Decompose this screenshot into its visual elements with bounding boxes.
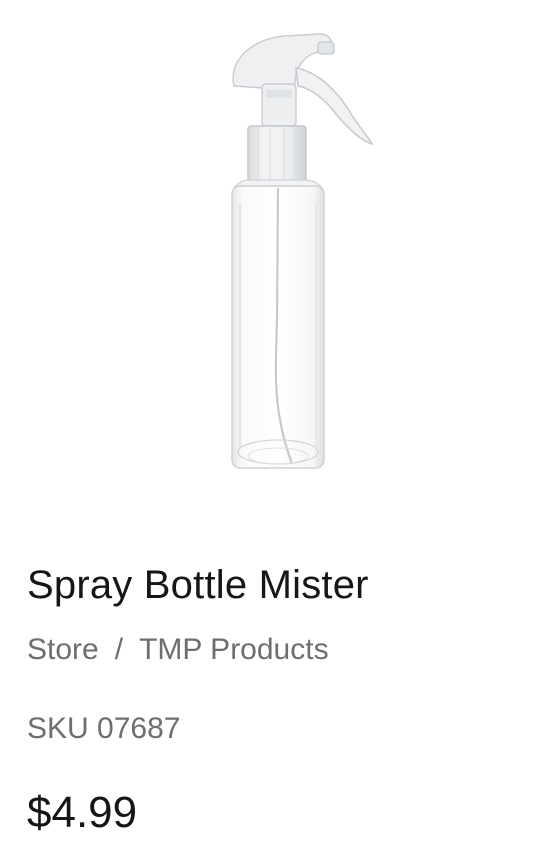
breadcrumb-separator: / — [114, 633, 124, 666]
price: $4.99 — [27, 788, 138, 837]
sku-value: 07687 — [97, 712, 181, 745]
breadcrumb-item-tmp-products[interactable]: TMP Products — [139, 633, 329, 666]
breadcrumb: Store / TMP Products — [27, 633, 329, 667]
breadcrumb-item-store[interactable]: Store — [27, 633, 99, 666]
product-title: Spray Bottle Mister — [27, 563, 369, 607]
product-image[interactable] — [200, 28, 390, 478]
sku-label: SKU — [27, 712, 89, 745]
sku: SKU 07687 — [27, 712, 180, 746]
